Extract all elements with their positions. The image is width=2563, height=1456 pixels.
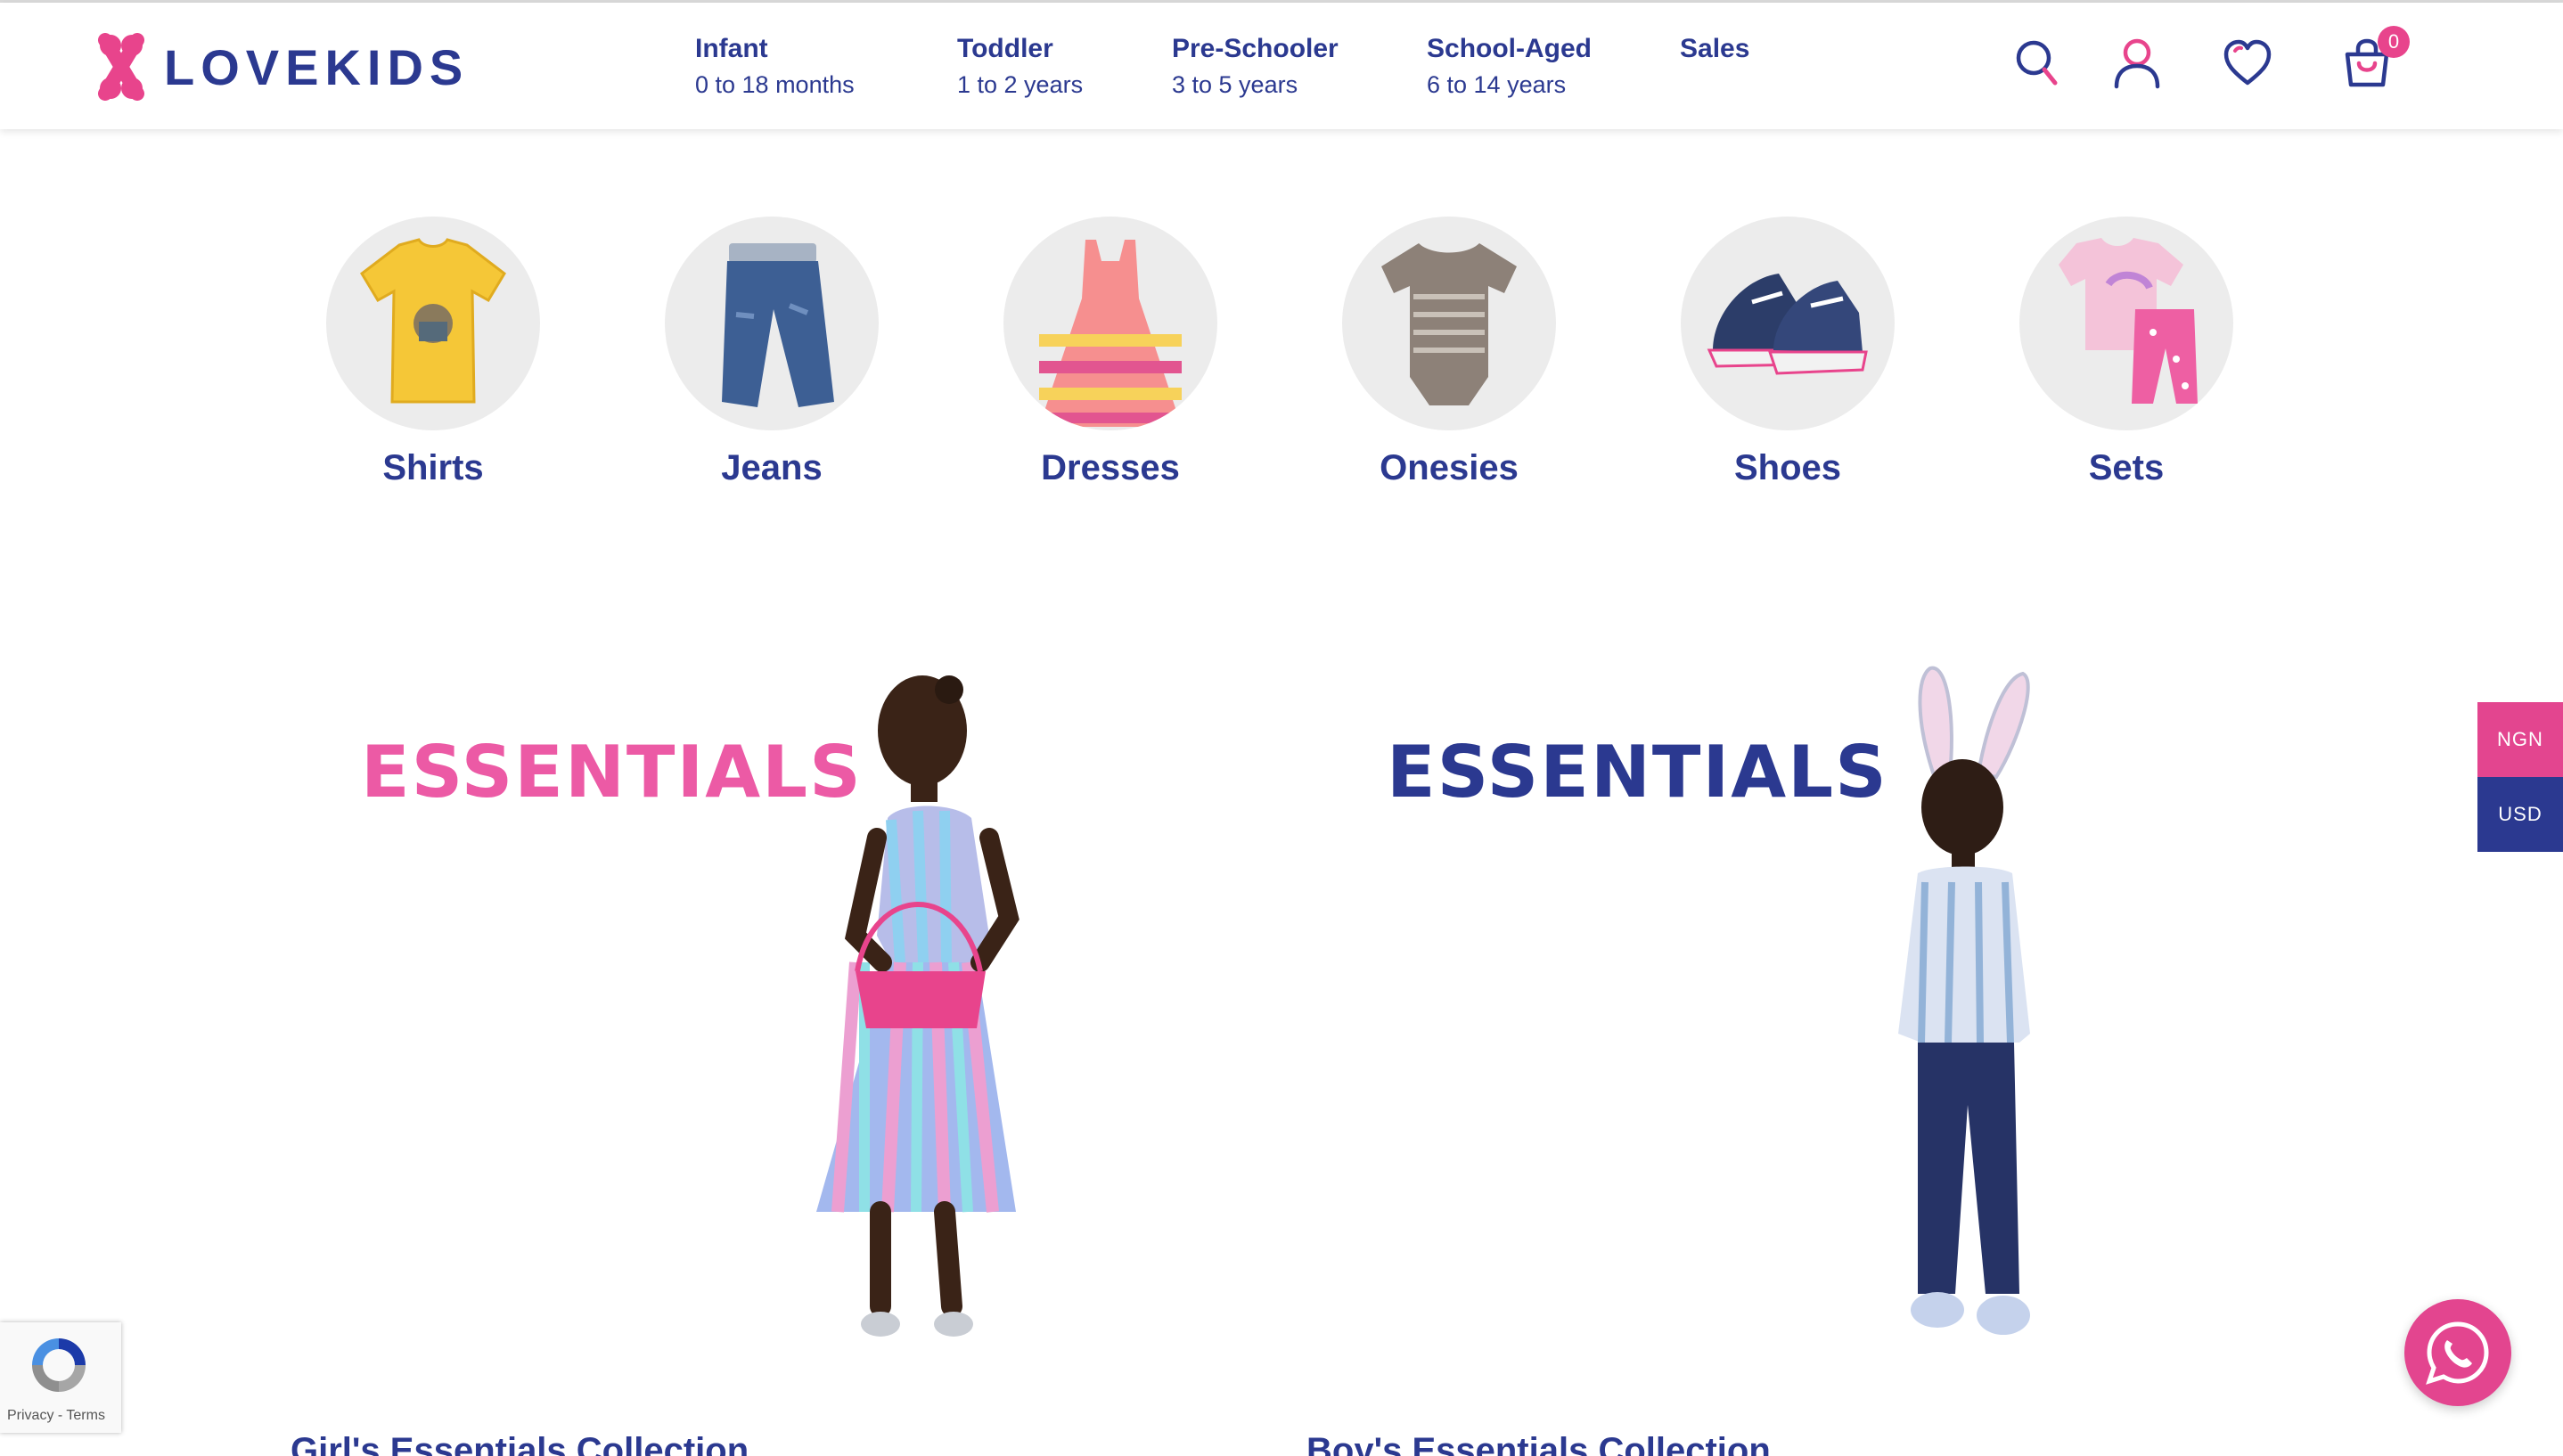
shoes-icon — [1707, 274, 1868, 375]
category-onesies[interactable]: Onesies — [1342, 217, 1556, 488]
category-image — [1003, 217, 1217, 430]
category-label: Jeans — [721, 448, 823, 487]
user-icon[interactable] — [2112, 37, 2162, 90]
category-label: Dresses — [1041, 448, 1180, 487]
category-image — [1342, 217, 1556, 430]
recaptcha-icon — [32, 1338, 86, 1392]
recaptcha-links: Privacy - Terms — [7, 1408, 105, 1424]
nav-subtitle: 1 to 2 years — [957, 71, 1084, 98]
shirt-icon — [360, 238, 506, 404]
recaptcha-privacy-link[interactable]: Privacy — [7, 1408, 53, 1423]
heart-icon[interactable] — [2223, 37, 2272, 90]
nav-sales[interactable]: Sales — [1680, 31, 1749, 67]
category-image — [665, 217, 879, 430]
category-dresses[interactable]: Dresses — [1003, 217, 1217, 488]
nav-title: Toddler — [957, 34, 1053, 63]
whatsapp-chat-button[interactable] — [2404, 1299, 2511, 1406]
nav-title: Infant — [695, 34, 768, 63]
nav-title: School-Aged — [1427, 34, 1592, 63]
category-label: Sets — [2088, 448, 2165, 487]
boys-essentials-title[interactable]: ESSENTIALS — [1387, 731, 1888, 814]
nav-subtitle: 6 to 14 years — [1427, 71, 1567, 98]
nav-infant[interactable]: Infant 0 to 18 months — [695, 31, 855, 102]
logo-mark-icon — [98, 33, 144, 101]
currency-ngn-button[interactable]: NGN — [2477, 702, 2563, 777]
recaptcha-separator: - — [53, 1408, 67, 1423]
logo-text: LOVEKIDS — [164, 38, 470, 95]
recaptcha-terms-link[interactable]: Terms — [66, 1408, 105, 1423]
nav-subtitle: 0 to 18 months — [695, 71, 855, 98]
nav-title: Pre-Schooler — [1172, 34, 1339, 63]
nav-subtitle: 3 to 5 years — [1172, 71, 1298, 98]
category-label: Onesies — [1380, 448, 1519, 487]
sets-icon — [2059, 238, 2198, 404]
category-shoes[interactable]: Shoes — [1681, 217, 1895, 488]
category-shirts[interactable]: Shirts — [326, 217, 540, 488]
category-image — [1681, 217, 1895, 430]
category-jeans[interactable]: Jeans — [665, 217, 879, 488]
site-header: LOVEKIDS Infant 0 to 18 months Toddler 1… — [0, 3, 2563, 129]
jeans-icon — [722, 243, 834, 407]
boys-collection-title[interactable]: Boy's Essentials Collection — [1306, 1431, 1771, 1456]
girl-model-image[interactable] — [802, 668, 1069, 1372]
logo[interactable]: LOVEKIDS — [98, 33, 469, 101]
whatsapp-icon — [2426, 1321, 2489, 1385]
boy-model-image[interactable] — [1863, 659, 2068, 1372]
recaptcha-badge[interactable]: Privacy - Terms — [0, 1322, 121, 1433]
category-label: Shoes — [1733, 448, 1842, 487]
girls-essentials-title[interactable]: ESSENTIALS — [361, 731, 863, 814]
category-sets[interactable]: Sets — [2019, 217, 2233, 488]
nav-toddler[interactable]: Toddler 1 to 2 years — [957, 31, 1083, 102]
category-image — [2019, 217, 2233, 430]
nav-pre-schooler[interactable]: Pre-Schooler 3 to 5 years — [1172, 31, 1339, 102]
nav-title: Sales — [1680, 34, 1750, 63]
category-image — [326, 217, 540, 430]
dress-icon — [1039, 240, 1182, 427]
search-icon[interactable] — [2012, 37, 2062, 90]
girls-collection-title[interactable]: Girl's Essentials Collection — [291, 1431, 749, 1456]
category-label: Shirts — [382, 448, 484, 487]
currency-usd-button[interactable]: USD — [2477, 777, 2563, 852]
onesie-icon — [1381, 243, 1517, 405]
cart-count-badge: 0 — [2378, 26, 2410, 58]
nav-school-aged[interactable]: School-Aged 6 to 14 years — [1427, 31, 1592, 102]
